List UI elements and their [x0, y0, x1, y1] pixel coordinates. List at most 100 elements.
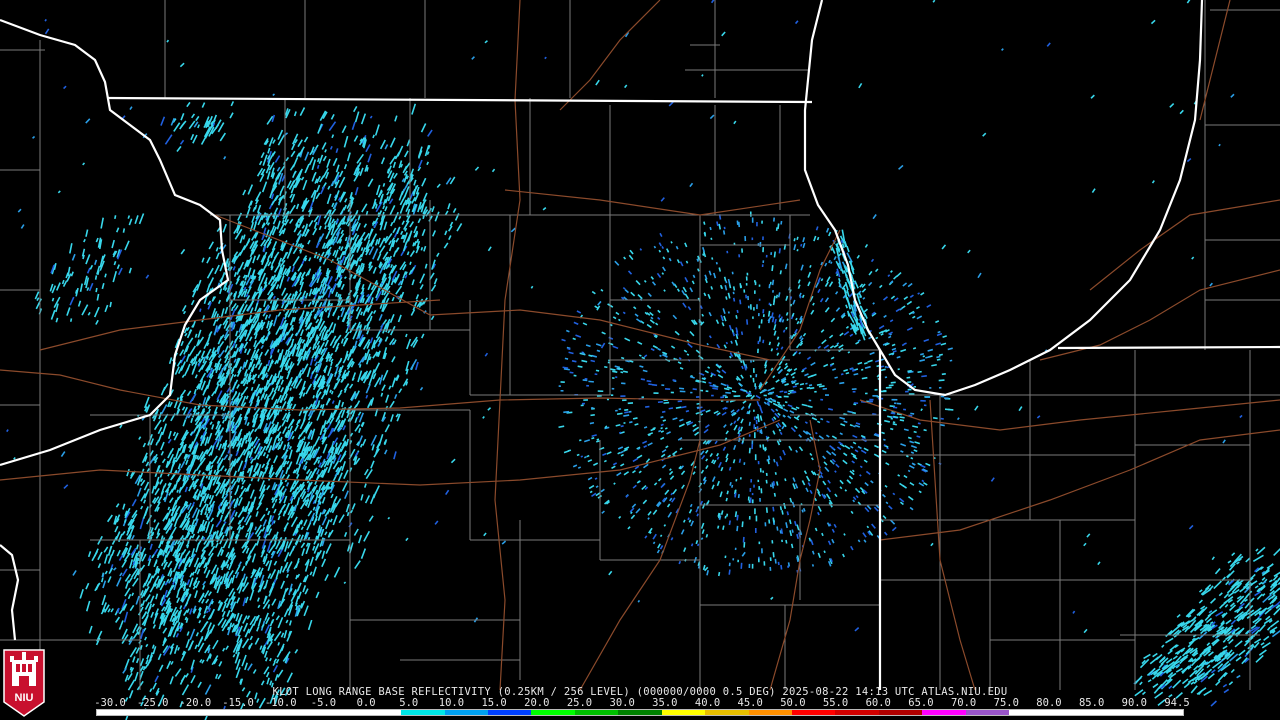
echo-mark — [277, 642, 280, 646]
echo-mark — [880, 368, 886, 372]
echo-mark — [216, 420, 220, 425]
echo-mark — [771, 279, 775, 286]
echo-mark — [778, 248, 781, 254]
echo-mark — [778, 428, 782, 432]
echo-mark — [762, 444, 765, 450]
echo-mark — [845, 372, 850, 375]
echo-mark — [771, 265, 774, 272]
echo-mark — [199, 308, 202, 312]
echo-mark — [591, 437, 595, 440]
echo-mark — [790, 543, 794, 549]
echo-mark — [660, 423, 664, 427]
echo-mark — [917, 292, 920, 295]
echo-mark — [772, 300, 776, 306]
echo-mark — [794, 382, 799, 386]
echo-mark — [682, 519, 686, 523]
echo-mark — [319, 404, 323, 409]
echo-mark — [69, 318, 73, 322]
echo-mark — [595, 369, 600, 372]
echo-mark — [109, 301, 112, 308]
echo-mark — [95, 287, 98, 293]
echo-mark — [792, 385, 797, 388]
echo-mark — [903, 342, 907, 345]
echo-mark — [639, 248, 643, 251]
echo-mark — [923, 429, 927, 432]
echo-mark — [260, 567, 264, 572]
echo-mark — [100, 577, 104, 583]
echo-mark — [318, 332, 322, 337]
echo-mark — [620, 425, 624, 428]
echo-mark — [777, 223, 780, 230]
echo-mark — [726, 384, 729, 387]
echo-mark — [892, 423, 897, 426]
echo-mark — [728, 569, 731, 575]
echo-mark — [811, 550, 815, 555]
echo-mark — [594, 477, 598, 480]
echo-mark — [777, 292, 781, 298]
echo-mark — [789, 303, 793, 307]
echo-mark — [782, 329, 786, 333]
echo-mark — [412, 242, 415, 247]
echo-mark — [620, 356, 625, 360]
echo-mark — [814, 527, 818, 532]
echo-mark — [653, 245, 657, 249]
echo-mark — [834, 470, 837, 473]
echo-mark — [104, 273, 107, 278]
echo-mark — [709, 226, 712, 231]
echo-mark — [638, 354, 642, 357]
echo-mark — [933, 417, 938, 420]
echo-mark — [936, 355, 941, 359]
echo-mark — [725, 497, 728, 502]
echo-mark — [886, 447, 889, 450]
echo-mark — [737, 493, 740, 499]
echo-mark — [726, 490, 729, 495]
echo-mark — [361, 291, 365, 296]
echo-mark — [760, 429, 763, 435]
echo-mark — [645, 405, 650, 408]
echo-mark — [785, 326, 788, 330]
echo-mark — [765, 507, 768, 513]
echo-mark — [774, 472, 777, 475]
echo-mark — [649, 531, 652, 534]
echo-mark — [702, 253, 705, 256]
echo-mark — [660, 416, 664, 419]
echo-mark — [227, 626, 230, 631]
echo-mark — [586, 454, 590, 458]
echo-mark — [312, 395, 315, 399]
echo-mark — [153, 519, 157, 523]
echo-mark — [710, 286, 714, 290]
echo-mark — [688, 519, 692, 523]
echo-mark — [154, 560, 158, 565]
echo-mark — [226, 393, 229, 397]
echo-mark — [565, 329, 570, 333]
echo-mark — [344, 236, 348, 242]
echo-mark — [780, 564, 783, 570]
echo-mark — [905, 455, 909, 458]
echo-mark — [572, 337, 576, 341]
echo-mark — [589, 490, 593, 494]
echo-mark — [254, 526, 257, 531]
echo-mark — [571, 360, 577, 363]
echo-mark — [604, 365, 608, 369]
echo-mark — [807, 405, 813, 408]
echo-mark — [772, 552, 775, 558]
echo-mark — [666, 250, 670, 253]
echo-mark — [127, 215, 131, 219]
echo-mark — [731, 484, 734, 488]
echo-mark — [938, 379, 945, 382]
echo-mark — [806, 386, 811, 389]
echo-mark — [661, 245, 665, 250]
echo-mark — [728, 284, 732, 289]
echo-mark — [768, 341, 772, 346]
echo-mark — [720, 284, 723, 289]
echo-mark — [123, 519, 127, 523]
echo-mark — [920, 352, 925, 356]
echo-mark — [702, 380, 707, 384]
echo-mark — [663, 289, 666, 292]
echo-mark — [660, 430, 665, 433]
echo-mark — [365, 394, 369, 399]
echo-mark — [583, 456, 587, 459]
echo-mark — [632, 417, 638, 420]
echo-mark — [705, 533, 709, 538]
echo-mark — [303, 436, 306, 441]
